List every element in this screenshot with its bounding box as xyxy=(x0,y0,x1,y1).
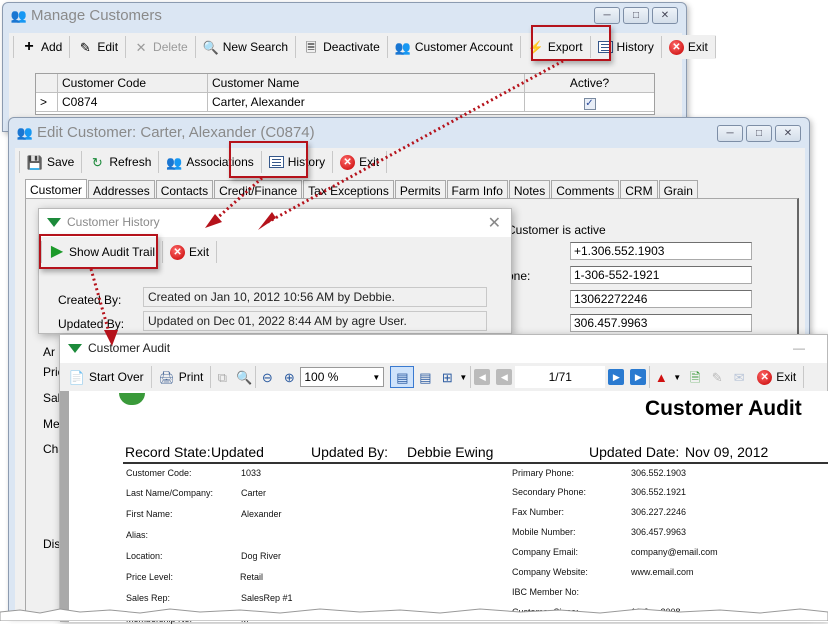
arrow-line-edit-to-history xyxy=(214,176,263,222)
annotation-arrows xyxy=(89,59,564,346)
torn-edge xyxy=(0,608,828,621)
arrowhead-1 xyxy=(258,212,276,230)
arrow-line-audit-trail-to-report xyxy=(89,268,112,337)
arrowhead-2 xyxy=(205,214,222,228)
arrow-line-manage-to-history xyxy=(267,59,564,224)
arrowhead-3 xyxy=(104,330,118,346)
